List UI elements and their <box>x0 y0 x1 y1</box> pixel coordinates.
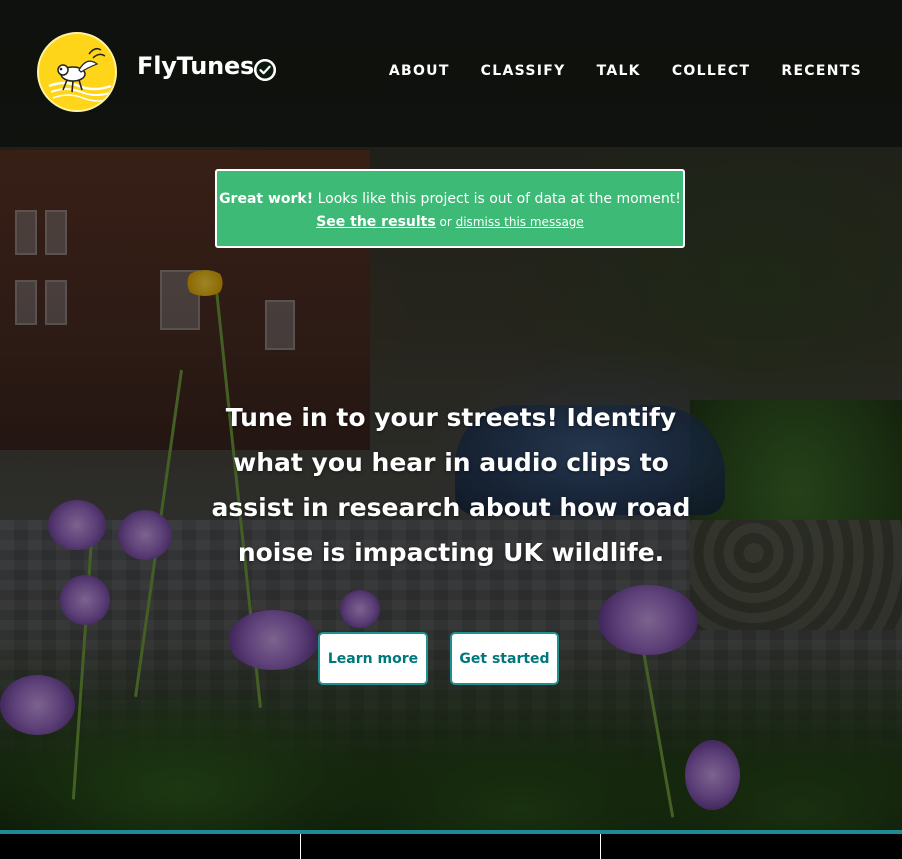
get-started-button[interactable]: Get started <box>450 632 559 685</box>
notice-strong-text: Great work! <box>219 191 314 207</box>
learn-more-button[interactable]: Learn more <box>318 632 428 685</box>
bottom-cell <box>301 834 602 859</box>
brand-name[interactable]: FlyTunes <box>137 52 254 80</box>
nav-collect[interactable]: COLLECT <box>672 63 751 79</box>
hero-line-3: assist in research about how road <box>211 493 691 522</box>
nav-classify[interactable]: CLASSIFY <box>481 63 566 79</box>
hero-line-2: what you hear in audio clips to <box>233 448 669 477</box>
hero-description: Tune in to your streets! Identify what y… <box>195 395 707 575</box>
hero-line-4: noise is impacting UK wildlife. <box>237 538 665 567</box>
bottom-section-strip <box>0 834 902 859</box>
nav-recents[interactable]: RECENTS <box>781 63 862 79</box>
verified-check-icon <box>254 59 276 81</box>
bottom-cell <box>601 834 902 859</box>
flytunes-logo-icon[interactable] <box>37 32 117 112</box>
notice-or-text: or <box>435 215 456 229</box>
dismiss-message-link[interactable]: dismiss this message <box>456 215 584 229</box>
see-results-link[interactable]: See the results <box>316 214 436 230</box>
bottom-cell <box>0 834 301 859</box>
nav-talk[interactable]: TALK <box>597 63 641 79</box>
out-of-data-notice: Great work! Looks like this project is o… <box>215 169 685 248</box>
nav-about[interactable]: ABOUT <box>389 63 450 79</box>
hero-line-1: Tune in to your streets! Identify <box>225 403 677 432</box>
main-nav: ABOUT CLASSIFY TALK COLLECT RECENTS <box>389 63 862 79</box>
site-header: FlyTunes ABOUT CLASSIFY TALK COLLECT REC… <box>0 0 902 147</box>
notice-message: Looks like this project is out of data a… <box>313 191 681 207</box>
